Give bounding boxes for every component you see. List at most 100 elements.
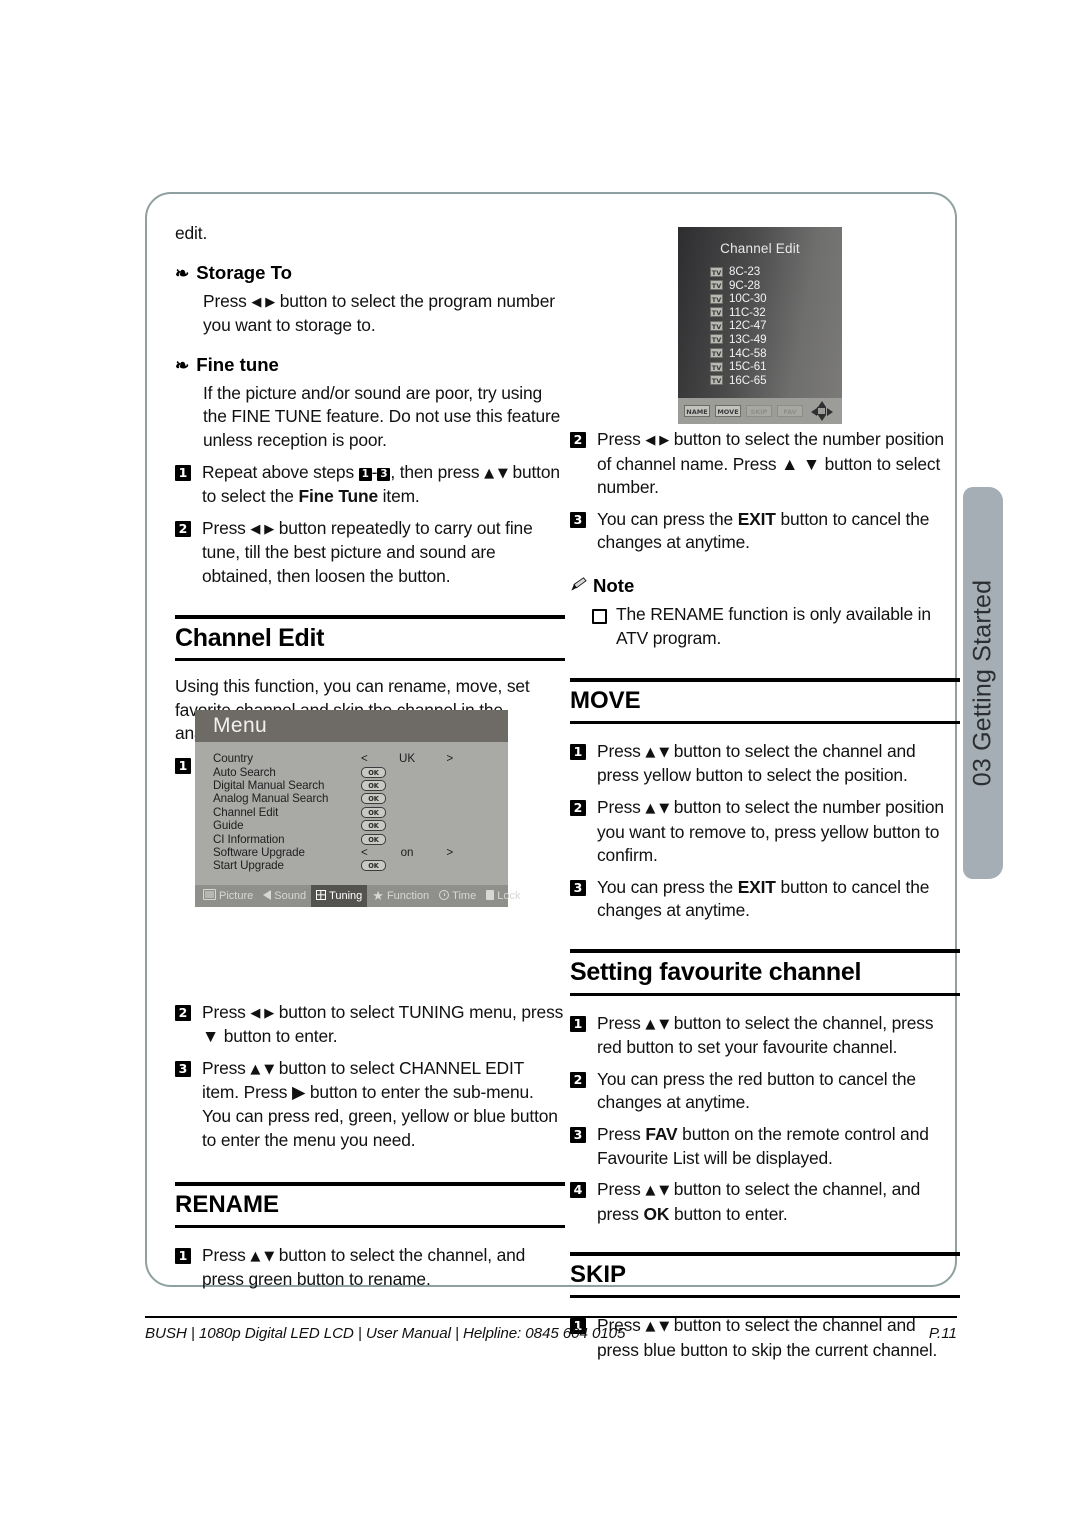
osd-menu-tab-sound[interactable]: Sound (258, 885, 311, 907)
step-number-badge: 4 (570, 1182, 586, 1199)
osd-menu-tab-label: Tuning (329, 890, 363, 902)
osd-channel-label: 16C-65 (729, 373, 767, 387)
osd-menu-row[interactable]: Auto Search OK (213, 765, 508, 779)
right-arrow-icon[interactable]: > (437, 846, 453, 859)
osd-channel-row[interactable]: TV 16C-65 (710, 374, 842, 387)
osd-colour-button[interactable]: FAV (777, 405, 803, 417)
inline-step-badge: 1 (358, 467, 372, 481)
left-arrow-icon[interactable]: < (361, 846, 377, 859)
osd-channel-label: 12C-47 (729, 319, 767, 333)
section-heading-move: MOVE (570, 678, 960, 724)
step-text: You can press the EXIT button to cancel … (597, 876, 930, 921)
osd-menu-row[interactable]: Start Upgrade OK (213, 859, 508, 872)
section-heading-favourite: Setting favourite channel (570, 948, 960, 996)
tv-icon: TV (710, 320, 723, 331)
step-number-badge: 3 (175, 1060, 191, 1077)
continued-text: edit. (175, 223, 208, 243)
osd-colour-button[interactable]: SKIP (746, 405, 772, 417)
osd-menu-row[interactable]: Country < UK > (213, 752, 508, 765)
favourite-step-4: 4 Press ▲ ▼ button to select the channel… (570, 1178, 960, 1226)
osd-ok-button[interactable]: OK (361, 833, 386, 845)
osd-ok-button[interactable]: OK (361, 820, 386, 832)
osd-channel-row[interactable]: TV 12C-47 (710, 319, 842, 332)
osd-menu-tab-time[interactable]: Time (434, 885, 481, 907)
right-arrow-icon[interactable]: > (437, 752, 453, 765)
note-item-text: The RENAME function is only available in… (616, 603, 931, 648)
inline-step-badge: 3 (377, 467, 391, 481)
step-text: Press ▲ ▼ button to select the channel, … (597, 1179, 921, 1224)
up-down-arrows-icon: ▲ ▼ (484, 465, 508, 481)
osd-menu-row-control[interactable]: < UK > (361, 752, 453, 765)
osd-channel-row[interactable]: TV 13C-49 (710, 333, 842, 346)
osd-menu-row[interactable]: Digital Manual Search OK (213, 779, 508, 792)
lock-icon (486, 889, 495, 903)
osd-menu-row-control[interactable]: OK (361, 779, 386, 791)
osd-menu-row-control[interactable]: < on > (361, 846, 453, 859)
picture-icon (203, 889, 216, 903)
osd-menu-row-control[interactable]: OK (361, 820, 386, 832)
grid-icon (316, 889, 327, 903)
osd-ok-button[interactable]: OK (361, 793, 386, 805)
osd-colour-button[interactable]: MOVE (715, 405, 741, 417)
osd-ok-button[interactable]: OK (361, 779, 386, 791)
osd-menu-tab-label: Time (452, 890, 477, 902)
osd-ok-button[interactable]: OK (361, 766, 386, 778)
osd-channel-row[interactable]: TV 15C-61 (710, 360, 842, 373)
tv-icon: TV (710, 361, 723, 372)
favourite-step-2: 2 You can press the red button to cancel… (570, 1068, 960, 1115)
osd-menu: Menu Country < UK > Auto Search OK Digital Man… (195, 710, 520, 907)
osd-channel-row[interactable]: TV 14C-58 (710, 347, 842, 360)
section-side-tab-label: 03 Getting Started (968, 579, 997, 787)
fine-tune-step-1: 1 Repeat above steps 1-3, then press ▲ ▼… (175, 461, 565, 509)
osd-channel-row[interactable]: TV 9C-28 (710, 279, 842, 292)
osd-menu-row-control[interactable]: OK (361, 766, 386, 778)
step-number-badge: 1 (175, 464, 191, 481)
osd-menu-row-control[interactable]: OK (361, 806, 386, 818)
osd-menu-row-control[interactable]: OK (361, 833, 386, 845)
osd-ok-button[interactable]: OK (361, 806, 386, 818)
step-number-badge: 3 (570, 1127, 586, 1144)
step-number-badge: 1 (570, 1015, 586, 1032)
osd-channel-row[interactable]: TV 8C-23 (710, 265, 842, 278)
fine-tune-step-2: 2 Press ◀ ▶ button repeatedly to carry o… (175, 517, 565, 589)
osd-menu-tab-function[interactable]: ★ Function (367, 885, 434, 907)
osd-menu-row[interactable]: Software Upgrade < on > (213, 846, 508, 859)
osd-menu-row-control[interactable]: OK (361, 860, 386, 872)
osd-menu-tab-picture[interactable]: Picture (198, 885, 258, 907)
section-heading-skip-label: SKIP (570, 1261, 627, 1289)
osd-menu-tab-lock[interactable]: Lock (481, 885, 525, 907)
osd-menu-tab-tuning[interactable]: Tuning (311, 885, 368, 907)
step-text: Press ◀ ▶ button repeatedly to carry out… (202, 517, 533, 586)
rename-step-1: 1 Press ▲ ▼ button to select the channel… (175, 1244, 565, 1292)
osd-channel-row[interactable]: TV 10C-30 (710, 292, 842, 305)
osd-channel-edit: Channel Edit TV 8C-23 TV 9C-28 TV 10C-30 TV 11C… (678, 227, 842, 424)
osd-menu-row-value: on (400, 845, 414, 859)
osd-menu-row-label: Channel Edit (213, 805, 279, 819)
osd-channel-label: 10C-30 (729, 292, 767, 306)
section-heading-channel-edit-label: Channel Edit (175, 623, 325, 652)
osd-menu-row[interactable]: Channel Edit OK (213, 806, 508, 819)
step-number-badge: 2 (570, 432, 586, 448)
osd-ok-button[interactable]: OK (361, 860, 386, 872)
osd-menu-row[interactable]: Guide OK (213, 819, 508, 832)
note-heading: Note (570, 575, 960, 597)
osd-channel-edit-title: Channel Edit (720, 241, 800, 256)
osd-channel-row[interactable]: TV 11C-32 (710, 306, 842, 319)
pencil-icon (570, 575, 587, 597)
osd-menu-row-label: Auto Search (213, 765, 276, 779)
channel-edit-step-3: 3 Press ▲ ▼ button to select CHANNEL EDI… (175, 1057, 565, 1152)
step-number-badge: 2 (570, 799, 586, 816)
left-arrow-icon[interactable]: < (361, 752, 377, 765)
osd-menu-row[interactable]: CI Information OK (213, 832, 508, 846)
tv-icon: TV (710, 266, 723, 277)
move-step-3: 3 You can press the EXIT button to cance… (570, 876, 960, 923)
osd-channel-list: TV 8C-23 TV 9C-28 TV 10C-30 TV 11C-32 TV 12C-47 TV… (710, 265, 842, 387)
section-heading-skip: SKIP (570, 1252, 960, 1298)
osd-menu-row-label: Analog Manual Search (213, 792, 329, 806)
osd-colour-button[interactable]: NAME (684, 405, 710, 417)
osd-menu-row[interactable]: Analog Manual Search OK (213, 792, 508, 805)
step-number-badge: 2 (175, 520, 191, 537)
osd-channel-edit-footer: NAME MOVE SKIP FAV (678, 398, 842, 424)
rename-step-2: 2 Press ◀ ▶ button to select the number … (570, 428, 960, 500)
osd-menu-row-control[interactable]: OK (361, 793, 386, 805)
